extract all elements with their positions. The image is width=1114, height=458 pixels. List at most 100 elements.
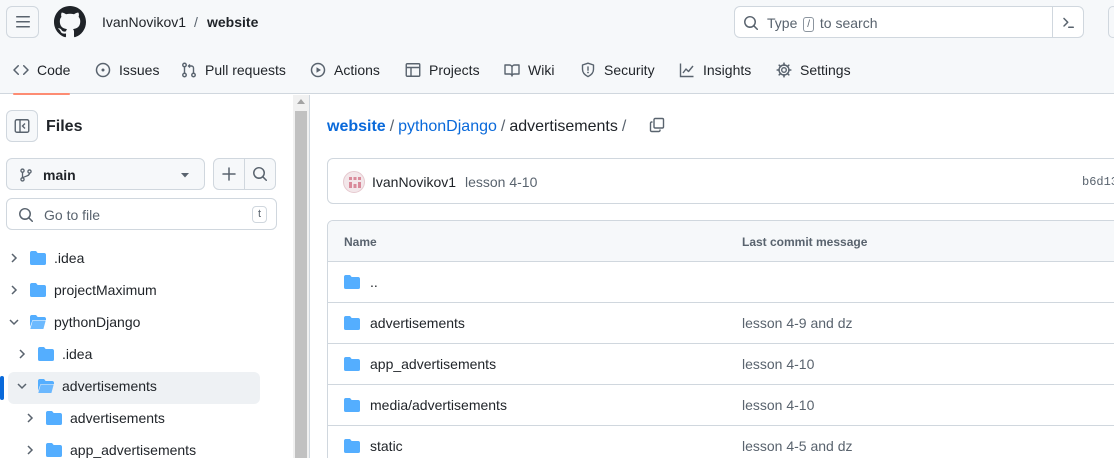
- file-tree-sidebar: Files main Go to file t .idea projectMax…: [0, 95, 293, 458]
- table-header: Name Last commit message: [328, 221, 1114, 262]
- search-input[interactable]: Type / to search: [734, 6, 1084, 38]
- table-row[interactable]: media/advertisements lesson 4-10: [328, 385, 1114, 426]
- repo-link[interactable]: website: [207, 14, 258, 30]
- sidebar-scrollbar[interactable]: [293, 95, 310, 458]
- file-table: Name Last commit message .. advertisemen…: [327, 220, 1114, 458]
- go-to-file-shortcut: t: [251, 206, 267, 223]
- folder-open-icon: [30, 315, 46, 329]
- tab-label: Actions: [334, 62, 380, 78]
- chevron-right-icon: [11, 285, 18, 295]
- github-logo-icon[interactable]: [54, 6, 86, 38]
- search-files-button[interactable]: [244, 158, 276, 190]
- file-name-link[interactable]: advertisements: [370, 315, 465, 331]
- branch-select-button[interactable]: main: [6, 158, 205, 190]
- commit-message-link[interactable]: lesson 4-10: [742, 356, 814, 372]
- gear-icon: [776, 62, 792, 78]
- scrollbar-thumb[interactable]: [295, 111, 307, 458]
- tab-code[interactable]: Code: [13, 46, 71, 95]
- selection-indicator: [0, 376, 4, 400]
- sidebar-collapse-icon: [14, 119, 30, 133]
- shield-icon: [581, 62, 595, 78]
- commit-message-link[interactable]: lesson 4-10: [465, 174, 537, 190]
- tab-label: Projects: [429, 62, 480, 78]
- avatar[interactable]: [343, 171, 365, 193]
- copy-path-button[interactable]: [649, 117, 665, 133]
- global-header: IvanNovikov1 / website Type / to search: [0, 0, 1114, 46]
- graph-icon: [679, 63, 694, 78]
- file-name-link[interactable]: app_advertisements: [370, 356, 496, 372]
- go-to-file-placeholder: Go to file: [44, 207, 101, 223]
- column-header-message: Last commit message: [742, 235, 868, 249]
- table-row-parent[interactable]: ..: [328, 262, 1114, 303]
- tree-item[interactable]: .idea: [0, 340, 293, 368]
- folder-open-icon: [38, 379, 54, 393]
- breadcrumb-separator: /: [500, 118, 506, 135]
- play-icon: [310, 62, 326, 78]
- tab-label: Issues: [119, 62, 160, 78]
- tree-item[interactable]: advertisements: [0, 404, 293, 432]
- collapse-sidebar-button[interactable]: [6, 110, 38, 142]
- table-row[interactable]: advertisements lesson 4-9 and dz: [328, 303, 1114, 344]
- tree-item[interactable]: .idea: [0, 244, 293, 272]
- issue-opened-icon: [95, 62, 111, 78]
- commit-hash-link[interactable]: b6d13: [1082, 175, 1114, 189]
- breadcrumb-separator: /: [389, 118, 395, 135]
- tree-item[interactable]: app_advertisements: [0, 436, 293, 458]
- tree-item-label: projectMaximum: [54, 282, 157, 298]
- commit-author-link[interactable]: IvanNovikov1: [372, 174, 456, 190]
- tab-settings[interactable]: Settings: [776, 46, 851, 94]
- table-row[interactable]: static lesson 4-5 and dz: [328, 426, 1114, 458]
- search-shortcut-key: /: [803, 17, 815, 32]
- folder-icon: [38, 347, 54, 361]
- tree-item-label: pythonDjango: [54, 314, 141, 330]
- tab-label: Insights: [703, 62, 752, 78]
- tree-item[interactable]: pythonDjango: [0, 308, 293, 336]
- tab-security[interactable]: Security: [580, 46, 655, 94]
- folder-icon: [344, 357, 360, 371]
- book-icon: [504, 64, 520, 77]
- command-palette-button[interactable]: [1052, 6, 1083, 38]
- tree-item-label: .idea: [54, 250, 85, 266]
- add-file-button[interactable]: [213, 158, 245, 190]
- file-name-link[interactable]: ..: [370, 274, 378, 290]
- folder-icon: [344, 439, 360, 453]
- breadcrumb-folder-link[interactable]: pythonDjango: [398, 118, 497, 135]
- file-name-link[interactable]: static: [370, 438, 403, 454]
- owner-link[interactable]: IvanNovikov1: [102, 14, 186, 30]
- tab-label: Security: [604, 62, 655, 78]
- commit-message-link[interactable]: lesson 4-10: [742, 397, 814, 413]
- tab-actions[interactable]: Actions: [310, 46, 380, 94]
- tab-label: Wiki: [528, 62, 555, 78]
- search-icon: [744, 16, 759, 31]
- menu-button[interactable]: [6, 6, 39, 38]
- folder-icon: [46, 443, 62, 457]
- tree-item-selected[interactable]: advertisements: [0, 372, 293, 404]
- commit-message-link[interactable]: lesson 4-9 and dz: [742, 315, 853, 331]
- scroll-up-arrow[interactable]: [297, 99, 305, 104]
- terminal-icon: [1063, 17, 1074, 28]
- tab-pull-requests[interactable]: Pull requests: [181, 46, 286, 94]
- tree-item[interactable]: projectMaximum: [0, 276, 293, 304]
- tab-issues[interactable]: Issues: [95, 46, 159, 94]
- header-extra-button[interactable]: [1108, 6, 1114, 38]
- file-name-link[interactable]: media/advertisements: [370, 397, 507, 413]
- tab-wiki[interactable]: Wiki: [504, 46, 554, 94]
- plus-icon: [222, 167, 236, 181]
- search-placeholder: Type / to search: [767, 15, 878, 32]
- main-content: website / pythonDjango / advertisements / Iva…: [311, 95, 1114, 458]
- column-header-name: Name: [344, 235, 377, 249]
- chevron-right-icon: [11, 253, 18, 263]
- repo-nav: Code Issues Pull requests Actions Projec…: [0, 46, 1114, 95]
- folder-icon: [344, 316, 360, 330]
- table-row[interactable]: app_advertisements lesson 4-10: [328, 344, 1114, 385]
- latest-commit-box: IvanNovikov1 lesson 4-10 b6d13: [327, 158, 1114, 204]
- tab-label: Code: [37, 62, 71, 78]
- commit-message-link[interactable]: lesson 4-5 and dz: [742, 438, 853, 454]
- tab-insights[interactable]: Insights: [679, 46, 751, 94]
- breadcrumb-repo-link[interactable]: website: [327, 118, 386, 135]
- tab-projects[interactable]: Projects: [405, 46, 480, 94]
- chevron-down-icon: [17, 383, 27, 390]
- go-to-file-input[interactable]: Go to file t: [6, 198, 277, 230]
- code-icon: [13, 64, 29, 76]
- git-branch-icon: [20, 168, 32, 182]
